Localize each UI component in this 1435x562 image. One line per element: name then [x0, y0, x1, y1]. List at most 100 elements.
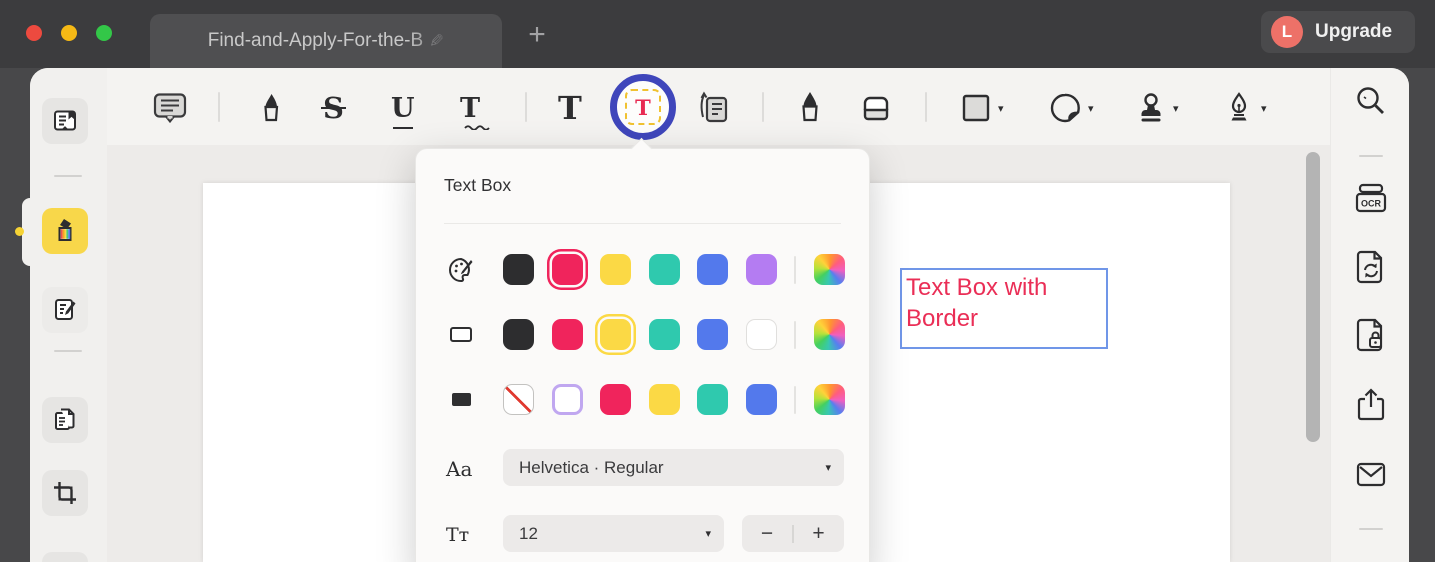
- color-swatch[interactable]: [697, 319, 728, 350]
- rectangle-shape-icon: [962, 94, 990, 122]
- pages-icon: [55, 408, 75, 430]
- custom-color-swatch[interactable]: [813, 384, 845, 415]
- color-swatch[interactable]: [503, 254, 534, 285]
- highlight-icon: [264, 94, 279, 122]
- decrease-size-button[interactable]: −: [742, 522, 792, 546]
- add-text-glyph: T: [558, 89, 582, 127]
- color-swatch[interactable]: [551, 384, 583, 415]
- zoom-window-button[interactable]: [96, 25, 112, 41]
- sidebar-item-ocr[interactable]: OCR: [1352, 180, 1390, 218]
- color-swatch[interactable]: [600, 319, 631, 350]
- underline-tool[interactable]: U: [391, 90, 415, 129]
- fill-rect-icon: [451, 393, 471, 406]
- custom-color-swatch[interactable]: [813, 254, 845, 285]
- color-swatch[interactable]: [551, 319, 583, 350]
- font-size-select[interactable]: 12 ▾: [503, 515, 724, 552]
- selected-tool-bump: [22, 198, 38, 266]
- color-swatch[interactable]: [648, 254, 680, 285]
- eraser-tool[interactable]: [858, 90, 894, 126]
- fill-color-swatch-row: [503, 384, 845, 415]
- fill-color-icon: [444, 384, 478, 415]
- border-color-swatch-row: [503, 319, 845, 350]
- text-box-tool[interactable]: T: [625, 89, 661, 125]
- color-swatch[interactable]: [600, 254, 631, 285]
- svg-text:OCR: OCR: [1361, 199, 1382, 209]
- chevron-down-icon[interactable]: ▾: [1088, 102, 1094, 115]
- color-swatch[interactable]: [745, 384, 777, 415]
- minimize-window-button[interactable]: [61, 25, 77, 41]
- sidebar-item-highlighter[interactable]: [42, 208, 88, 254]
- account-avatar[interactable]: L: [1271, 16, 1303, 48]
- new-tab-button[interactable]: +: [518, 16, 556, 54]
- right-sidebar: OCR: [1330, 68, 1409, 562]
- sidebar-item-reading-view[interactable]: [42, 98, 88, 144]
- upgrade-button[interactable]: L Upgrade: [1261, 11, 1415, 53]
- left-sidebar: [30, 68, 107, 562]
- chevron-down-icon[interactable]: ▾: [998, 102, 1004, 115]
- font-color-swatch-row: [503, 254, 845, 285]
- sidebar-item-annotate[interactable]: [42, 287, 88, 333]
- note-edit-icon: [55, 299, 76, 320]
- color-swatch[interactable]: [503, 319, 534, 350]
- color-swatch[interactable]: [697, 384, 728, 415]
- crop-icon: [54, 482, 76, 504]
- no-color-swatch[interactable]: [503, 384, 534, 415]
- comment-tool[interactable]: [153, 90, 187, 126]
- highlighter-icon: [58, 219, 72, 241]
- font-family-value: Helvetica · Regular: [519, 457, 664, 477]
- chevron-down-icon[interactable]: ▾: [1173, 102, 1179, 115]
- close-window-button[interactable]: [26, 25, 42, 41]
- panel-notch: [630, 137, 653, 160]
- document-tab[interactable]: Find-and-Apply-For-the-B ✎: [150, 14, 502, 68]
- sidebar-item-protect[interactable]: [1352, 316, 1390, 354]
- color-swatch[interactable]: [745, 319, 777, 350]
- chevron-down-icon: ▾: [825, 462, 831, 474]
- color-swatch[interactable]: [600, 384, 631, 415]
- strikethrough-tool[interactable]: S: [321, 90, 346, 126]
- add-text-tool[interactable]: T: [558, 90, 582, 126]
- typewriter-tool[interactable]: [695, 90, 731, 126]
- color-swatch[interactable]: [648, 319, 680, 350]
- shapes-tool[interactable]: ▾: [961, 90, 1004, 126]
- color-swatch[interactable]: [697, 254, 728, 285]
- sidebar-item-more[interactable]: [42, 552, 88, 562]
- sticker-icon: [1050, 93, 1080, 123]
- custom-color-swatch[interactable]: [813, 319, 845, 350]
- search-icon: [1357, 87, 1384, 114]
- squiggly-underline-tool[interactable]: T: [460, 90, 490, 130]
- book-icon: [54, 110, 76, 131]
- palette-icon: [449, 257, 473, 282]
- increase-size-button[interactable]: +: [794, 522, 844, 546]
- sidebar-divider: [54, 175, 82, 177]
- vertical-scrollbar[interactable]: [1306, 152, 1320, 442]
- sidebar-divider: [1359, 528, 1383, 530]
- toolbar-divider: [925, 92, 927, 122]
- squiggly-glyph: T: [460, 92, 481, 124]
- font-family-select[interactable]: Helvetica · Regular ▾: [503, 449, 844, 486]
- sidebar-item-mail[interactable]: [1352, 456, 1390, 494]
- sidebar-item-search[interactable]: [1352, 82, 1390, 120]
- signature-pen-icon: [1231, 92, 1247, 121]
- border-rect-icon: [450, 327, 472, 342]
- textbox-annotation[interactable]: Text Box with Border: [900, 268, 1108, 349]
- title-bar: Find-and-Apply-For-the-B ✎ + L Upgrade: [0, 0, 1435, 68]
- ocr-icon: OCR: [1355, 183, 1387, 213]
- share-icon: [1357, 388, 1385, 421]
- stamp-tool[interactable]: ▾: [1136, 90, 1179, 126]
- chevron-down-icon[interactable]: ▾: [1261, 102, 1267, 115]
- sidebar-item-pages[interactable]: [42, 397, 88, 443]
- sticker-tool[interactable]: ▾: [1049, 90, 1094, 126]
- color-swatch[interactable]: [745, 254, 777, 285]
- color-swatch[interactable]: [551, 254, 583, 285]
- swatch-divider: [794, 255, 796, 284]
- highlight-tool[interactable]: [253, 90, 289, 126]
- panel-title: Text Box: [444, 175, 512, 195]
- font-family-label: Aa: [446, 457, 473, 481]
- signature-tool[interactable]: ▾: [1224, 90, 1267, 126]
- pencil-tool[interactable]: [793, 90, 827, 126]
- sidebar-item-crop[interactable]: [42, 470, 88, 516]
- sidebar-item-convert[interactable]: [1352, 248, 1390, 286]
- sidebar-item-share[interactable]: [1352, 386, 1390, 424]
- lock-document-icon: [1356, 318, 1383, 352]
- color-swatch[interactable]: [648, 384, 680, 415]
